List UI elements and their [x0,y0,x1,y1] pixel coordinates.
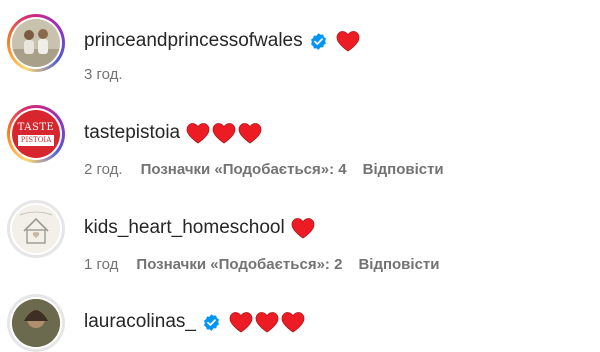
avatar [12,299,60,347]
comment-text: ❤❤❤ [186,122,264,144]
avatar [12,205,60,253]
likes-count-link[interactable]: Позначки «Подобається»: 2 [136,256,342,273]
avatar [12,19,60,67]
comment-timestamp[interactable]: 1 год [84,256,118,273]
comment-header: tastepistoia ❤❤❤ [84,122,264,144]
heart-emoji-icon [186,123,210,144]
avatar-logo-text-bottom: PISTOIA [17,135,55,146]
avatar-logo-text-top: TASTE [17,122,55,133]
verified-badge-icon [204,313,219,331]
heart-emoji-icon [336,31,360,52]
comment-username[interactable]: princeandprincessofwales [84,30,303,52]
comment-meta: 3 год. [84,66,141,83]
avatar-frame [10,17,62,69]
avatar-ring[interactable] [7,200,65,258]
reply-button[interactable]: Відповісти [363,161,444,178]
avatar-story-ring[interactable] [7,14,65,72]
avatar-frame [10,297,62,349]
comment-header: lauracolinas_ ❤❤❤ [84,311,307,333]
avatar-photo [12,299,60,347]
avatar-story-ring[interactable]: TASTE PISTOIA [7,105,65,163]
comment-timestamp[interactable]: 2 год. [84,161,123,178]
comment-header: princeandprincessofwales ❤ [84,30,362,52]
comment-timestamp[interactable]: 3 год. [84,66,123,83]
avatar: TASTE PISTOIA [12,110,60,158]
comment-text: ❤ [291,217,317,239]
comment-username[interactable]: kids_heart_homeschool [84,217,285,239]
verified-badge-icon [310,32,326,50]
comment-text: ❤❤❤ [229,311,307,333]
heart-emoji-icon [281,312,305,333]
house-logo-icon [12,205,60,253]
comment-username[interactable]: lauracolinas_ [84,311,196,333]
heart-emoji-icon [255,312,279,333]
comment-meta: 1 год Позначки «Подобається»: 2 Відповіс… [84,256,439,273]
comment-meta: 2 год. Позначки «Подобається»: 4 Відпові… [84,161,444,178]
heart-emoji-icon [238,123,262,144]
heart-emoji-icon [291,218,315,239]
likes-count-link[interactable]: Позначки «Подобається»: 4 [141,161,347,178]
heart-emoji-icon [229,312,253,333]
avatar-ring[interactable] [7,294,65,352]
comment-text: ❤ [336,30,362,52]
comment-username[interactable]: tastepistoia [84,122,180,144]
avatar-frame [10,203,62,255]
avatar-photo [12,19,60,67]
avatar-frame: TASTE PISTOIA [10,108,62,160]
reply-button[interactable]: Відповісти [358,256,439,273]
heart-emoji-icon [212,123,236,144]
comment-header: kids_heart_homeschool ❤ [84,217,317,239]
